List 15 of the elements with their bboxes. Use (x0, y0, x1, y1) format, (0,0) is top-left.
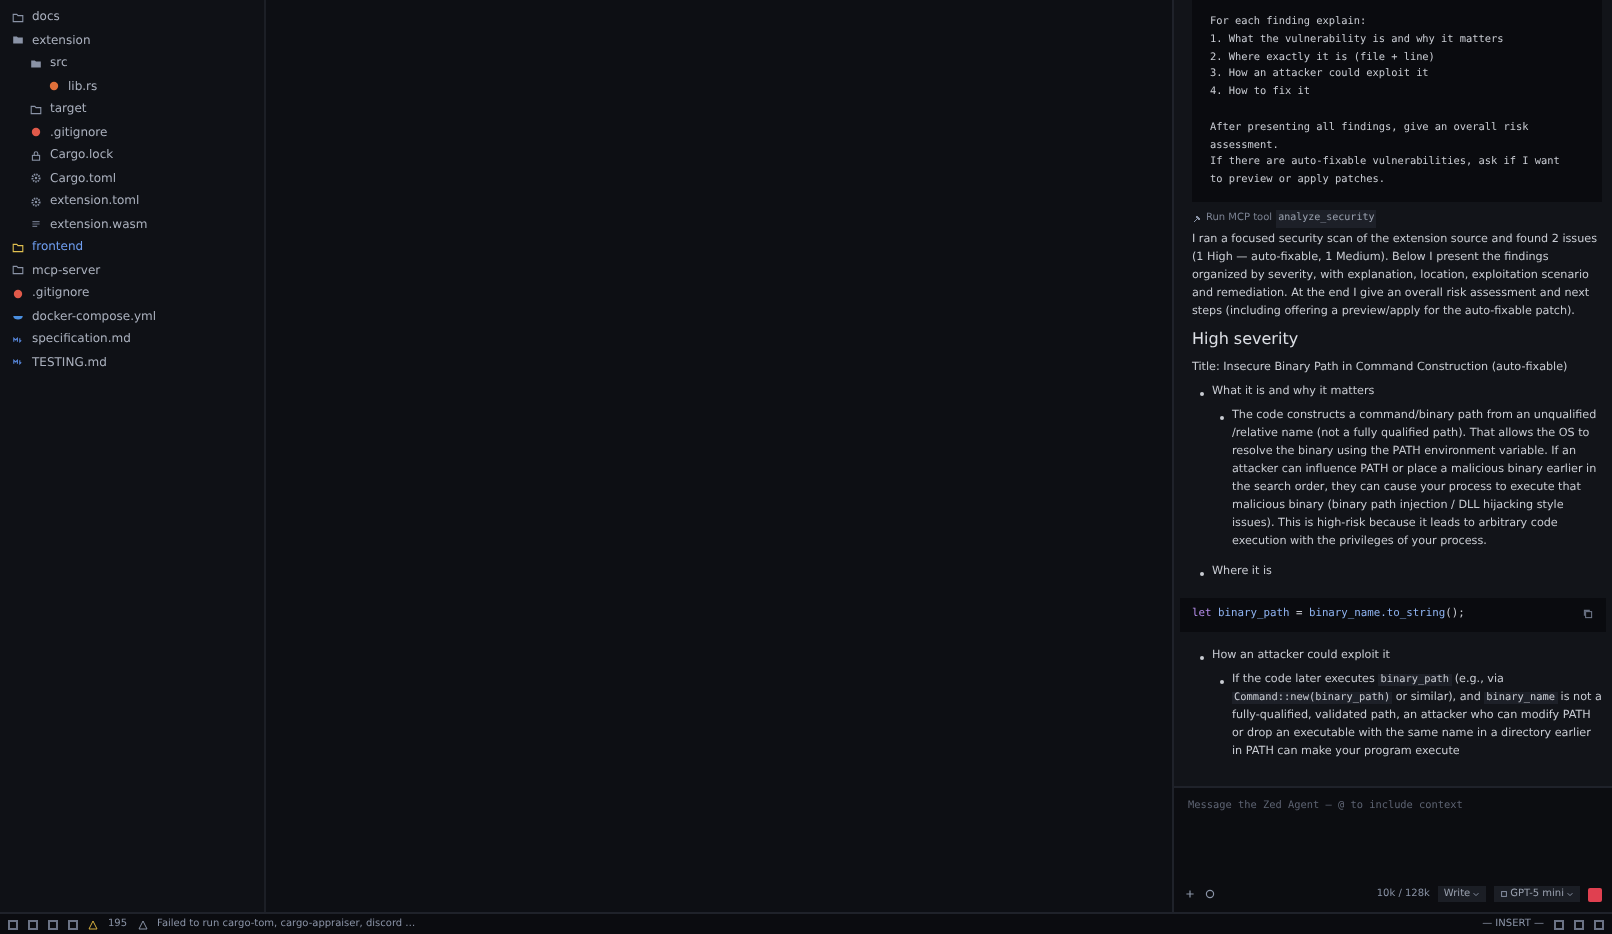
chevron-down-icon (1472, 890, 1481, 898)
stop-button[interactable] (1588, 887, 1602, 901)
lines-icon (30, 218, 42, 231)
markdown-icon (12, 333, 24, 346)
settings-icon[interactable] (1204, 888, 1216, 900)
section-heading: High severity (1192, 327, 1301, 350)
warning-icon (88, 919, 98, 929)
markdown-icon (12, 356, 24, 369)
hammer-icon (1192, 213, 1202, 224)
warning-icon (137, 919, 148, 929)
plus-icon[interactable] (1184, 888, 1196, 900)
copy-icon[interactable] (1582, 608, 1594, 621)
chevron-down-icon (1566, 890, 1574, 898)
lock-icon (30, 149, 42, 162)
whale-icon (12, 310, 24, 323)
